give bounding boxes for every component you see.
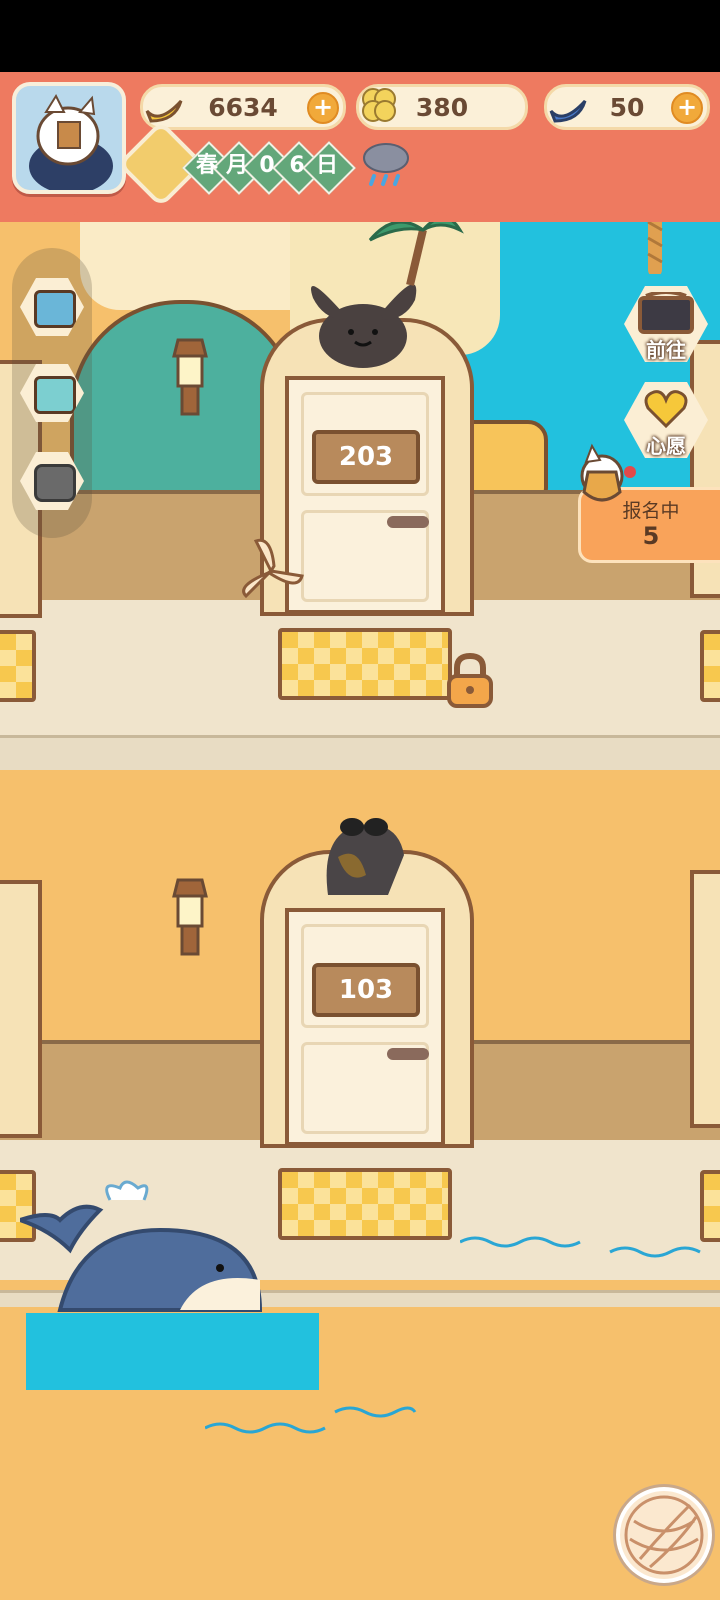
crow-icon: [326, 818, 404, 895]
side-door-right-lower[interactable]: [690, 870, 720, 1128]
fan-icon: [242, 538, 304, 599]
heart-book-icon: [644, 390, 688, 429]
banana-counter: 6634 +: [140, 84, 346, 130]
yarn-ball-button[interactable]: [616, 1487, 712, 1583]
goto-button[interactable]: 前往: [624, 286, 708, 362]
yarn-ball-icon: [624, 1495, 704, 1575]
lock-icon[interactable]: [443, 650, 497, 710]
wall-lamp-icon: [172, 338, 208, 416]
room-103-door[interactable]: [285, 908, 445, 1146]
clover-value: 380: [415, 93, 469, 122]
rain-cloud-icon: [363, 143, 409, 186]
add-blue-banana-button[interactable]: +: [671, 92, 703, 124]
door-handle: [387, 516, 429, 528]
signup-count: 5: [642, 522, 660, 550]
cat-mascot-icon: [580, 443, 636, 502]
date-month-label: 月: [225, 153, 248, 178]
date-digit: 6: [289, 153, 305, 178]
whale-icon[interactable]: [20, 1180, 280, 1315]
room-103-sign: 103: [312, 963, 420, 1017]
notice-board-icon: [638, 292, 694, 334]
goto-label: 前往: [646, 338, 686, 362]
camera-icon: [34, 464, 76, 502]
status-bar: [0, 0, 720, 72]
clover-counter: 380: [356, 84, 528, 130]
side-doormat: [700, 630, 720, 702]
wall-lamp-icon: [172, 878, 208, 956]
hud-scallop: [0, 200, 720, 220]
side-door-left-lower[interactable]: [0, 880, 42, 1138]
shop-icon: [34, 376, 76, 414]
room-203-sign: 203: [312, 430, 420, 484]
date-digit: 0: [259, 153, 275, 178]
whale-water: [26, 1313, 319, 1390]
blue-banana-counter: 50 +: [544, 84, 710, 130]
room-103-doormat: [278, 1168, 452, 1240]
room-203-door[interactable]: [285, 376, 445, 614]
wave-icon: [205, 1406, 417, 1434]
player-avatar[interactable]: [12, 82, 126, 194]
upper-floor-edge: [0, 735, 720, 775]
door-handle: [387, 1048, 429, 1060]
cat-avatar-icon: [16, 86, 122, 190]
date-season: 春: [195, 153, 218, 178]
wave-icon: [460, 1236, 701, 1258]
date-day-label: 日: [315, 153, 338, 178]
add-banana-button[interactable]: +: [307, 92, 339, 124]
room-203-doormat: [278, 628, 452, 700]
tv-video-icon: [34, 290, 76, 328]
side-doormat: [0, 630, 36, 702]
